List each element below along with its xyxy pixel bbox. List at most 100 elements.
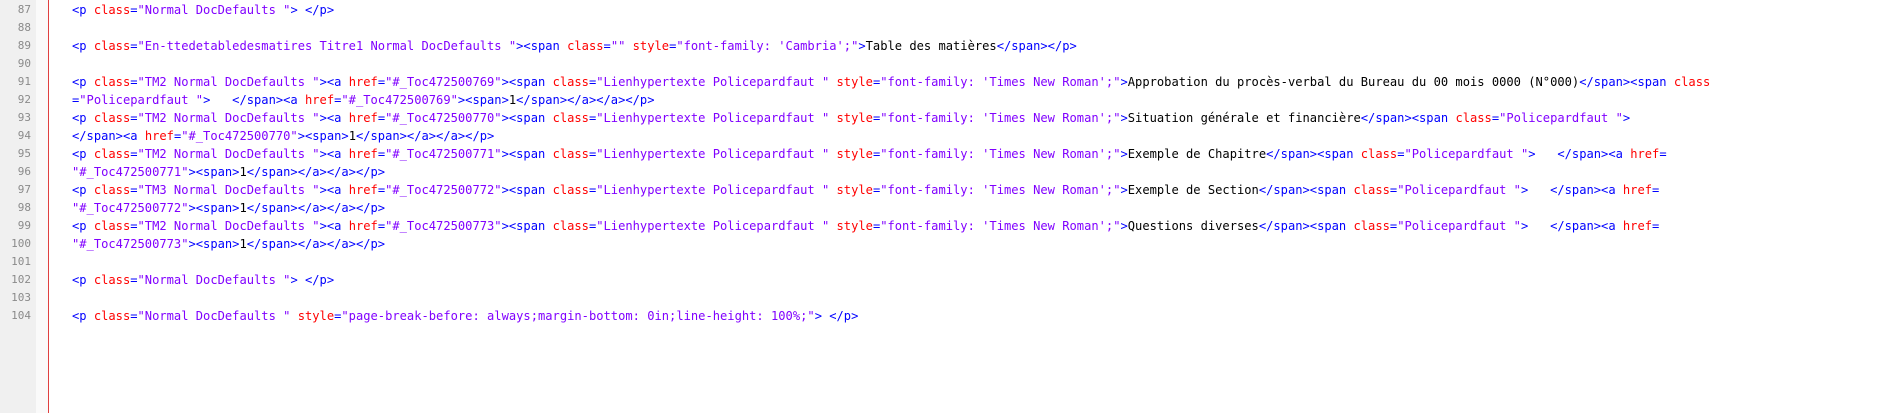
line-number: 99: [17, 219, 31, 232]
code-token-tag: </span></a></a></p>: [355, 129, 495, 143]
code-token-attr: class: [93, 147, 131, 161]
code-token-str: "Normal DocDefaults ": [137, 273, 291, 287]
code-token-tag: <p: [72, 111, 94, 125]
code-token-str: "TM2 Normal DocDefaults ": [137, 111, 320, 125]
code-token-str: "font-family: 'Cambria';": [676, 39, 859, 53]
code-line[interactable]: <p class="Normal DocDefaults "> </p>: [72, 1, 1883, 19]
code-token-tag: [829, 219, 836, 233]
code-token-attr: style: [297, 309, 335, 323]
code-token-str: "#_Toc472500772": [72, 201, 189, 215]
code-token-tag: <p: [72, 273, 94, 287]
code-token-tag: =: [130, 3, 138, 17]
code-token-tag: >: [1120, 219, 1128, 233]
code-token-tag: ><span>: [188, 165, 240, 179]
code-token-attr: class: [93, 273, 131, 287]
code-token-attr: class: [93, 3, 131, 17]
code-line[interactable]: [72, 325, 1883, 343]
code-token-tag: =: [130, 183, 138, 197]
code-token-text: Questions diverses: [1127, 219, 1259, 233]
code-line[interactable]: <p class="TM3 Normal DocDefaults "><a hr…: [72, 181, 1883, 199]
line-number: 91: [17, 75, 31, 88]
code-token-tag: >: [1120, 111, 1128, 125]
code-line[interactable]: <p class="TM2 Normal DocDefaults "><a hr…: [72, 145, 1883, 163]
code-token-tag: ><span: [501, 183, 553, 197]
code-token-tag: =: [130, 111, 138, 125]
code-token-attr: style: [836, 75, 873, 89]
code-token-tag: >: [1622, 111, 1631, 125]
code-token-attr: href: [348, 111, 378, 125]
line-number: 87: [17, 3, 31, 16]
line-number: 101: [11, 255, 31, 268]
code-token-tag: </span><span: [1360, 111, 1456, 125]
code-token-str: "Lienhypertexte Policepardfaut ": [596, 75, 830, 89]
code-line[interactable]: <p class="TM2 Normal DocDefaults "><a hr…: [72, 109, 1883, 127]
code-token-tag: [290, 309, 297, 323]
code-token-tag: =: [603, 39, 611, 53]
code-token-attr: style: [632, 39, 670, 53]
code-token-tag: ><span>: [188, 201, 240, 215]
code-line[interactable]: [72, 289, 1883, 307]
code-line[interactable]: "#_Toc472500773"><span>1</span></a></a><…: [72, 235, 1883, 253]
code-token-attr: class: [1673, 75, 1711, 89]
code-token-tag: [829, 75, 836, 89]
code-token-tag: =: [1652, 219, 1660, 233]
code-token-tag: =: [377, 147, 386, 161]
code-token-tag: [829, 147, 836, 161]
code-token-tag: =: [377, 111, 386, 125]
code-token-str: "Policepardfaut ": [79, 93, 204, 107]
code-token-tag: =: [130, 75, 138, 89]
code-token-str: "Lienhypertexte Policepardfaut ": [596, 183, 830, 197]
code-token-str: "Policepardfaut ": [1499, 111, 1623, 125]
code-token-attr: href: [1622, 183, 1653, 197]
code-token-tag: ><a: [319, 75, 349, 89]
code-token-tag: [829, 111, 836, 125]
code-editor[interactable]: 87 88 89 90 91 92 93 94 95 96 97 98 99 100 101 102 103 10…: [0, 0, 1883, 413]
code-line[interactable]: <p class="En-ttedetabledesmatires Titre1…: [72, 37, 1883, 55]
code-line[interactable]: [72, 55, 1883, 73]
code-token-str: "Policepardfaut ": [1404, 147, 1529, 161]
code-token-tag: ><span: [501, 147, 553, 161]
code-token-tag: </span><span: [1258, 219, 1354, 233]
code-token-attr: style: [836, 111, 873, 125]
code-token-tag: > </span><a: [1520, 183, 1623, 197]
line-number: 104: [11, 309, 31, 322]
code-token-attr: class: [93, 111, 131, 125]
line-number: 102: [11, 273, 31, 286]
code-token-text: Table des matières: [865, 39, 997, 53]
line-number: 92: [17, 93, 31, 106]
code-token-tag: ><a: [319, 219, 349, 233]
code-token-tag: >: [858, 39, 866, 53]
code-token-text: Situation générale et financière: [1127, 111, 1361, 125]
code-token-tag: ><span>: [188, 237, 240, 251]
code-line[interactable]: "#_Toc472500772"><span>1</span></a></a><…: [72, 199, 1883, 217]
code-token-attr: class: [552, 75, 589, 89]
code-line[interactable]: <p class="TM2 Normal DocDefaults "><a hr…: [72, 217, 1883, 235]
code-token-tag: =: [377, 183, 386, 197]
code-line[interactable]: ="Policepardfaut "> </span><a href="#_To…: [72, 91, 1883, 109]
code-token-tag: <p: [72, 39, 94, 53]
code-line[interactable]: <p class="TM2 Normal DocDefaults "><a hr…: [72, 73, 1883, 91]
code-token-tag: =: [130, 147, 138, 161]
code-token-tag: > </span><a: [203, 93, 305, 107]
code-token-tag: ><span>: [457, 93, 509, 107]
code-token-attr: class: [93, 39, 131, 53]
code-token-str: "Lienhypertexte Policepardfaut ": [596, 111, 830, 125]
code-token-attr: href: [348, 147, 378, 161]
code-line[interactable]: [72, 253, 1883, 271]
line-number: 96: [17, 165, 31, 178]
code-token-attr: href: [1622, 219, 1653, 233]
code-token-tag: =: [130, 219, 138, 233]
code-token-attr: class: [552, 147, 589, 161]
code-token-str: "Policepardfaut ": [1397, 219, 1521, 233]
code-token-str: "TM2 Normal DocDefaults ": [137, 219, 320, 233]
code-line[interactable]: <p class="Normal DocDefaults " style="pa…: [72, 307, 1883, 325]
code-line[interactable]: </span><a href="#_Toc472500770"><span>1<…: [72, 127, 1883, 145]
code-line[interactable]: "#_Toc472500771"><span>1</span></a></a><…: [72, 163, 1883, 181]
code-token-tag: <p: [72, 147, 94, 161]
code-token-tag: =: [377, 75, 386, 89]
code-line[interactable]: [72, 19, 1883, 37]
code-token-tag: <p: [72, 309, 94, 323]
code-token-attr: href: [348, 183, 378, 197]
code-line[interactable]: <p class="Normal DocDefaults "> </p>: [72, 271, 1883, 289]
code-token-text: Exemple de Chapitre: [1127, 147, 1267, 161]
